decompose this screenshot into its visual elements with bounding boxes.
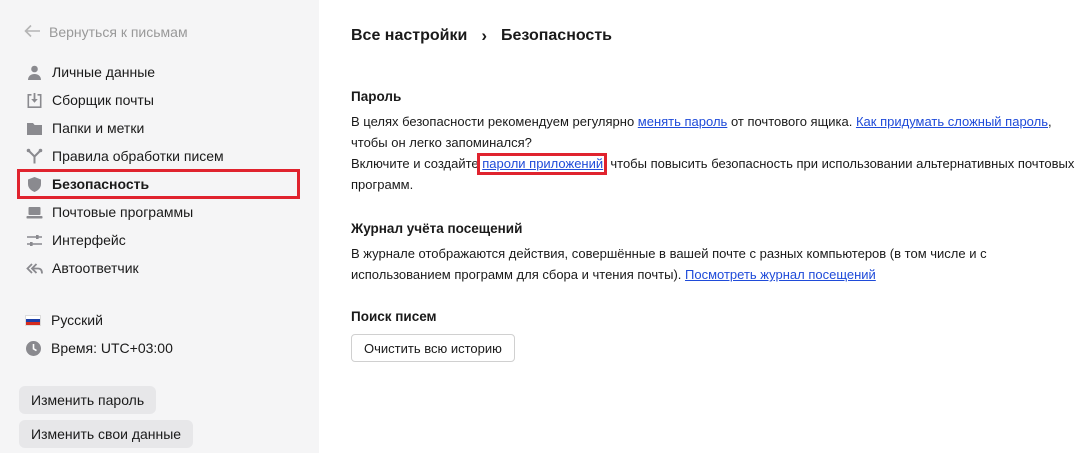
sidebar-item-autoreply[interactable]: Автоответчик	[19, 254, 301, 282]
password-section: Пароль В целях безопасности рекомендуем …	[351, 89, 1081, 195]
password-recommendation-text: В целях безопасности рекомендуем регуляр…	[351, 114, 1052, 150]
back-to-mail-link[interactable]: Вернуться к письмам	[24, 22, 188, 42]
mail-search-section: Поиск писем Очистить всю историю	[351, 309, 1081, 362]
language-label: Русский	[51, 312, 103, 328]
change-data-button[interactable]: Изменить свои данные	[19, 420, 194, 448]
visit-journal-section: Журнал учёта посещений В журнале отображ…	[351, 221, 1001, 285]
change-password-button[interactable]: Изменить пароль	[19, 386, 157, 414]
section-title: Пароль	[351, 89, 402, 104]
strong-password-tips-link[interactable]: Как придумать сложный пароль	[856, 114, 1048, 129]
sidebar-item-mail-collector[interactable]: Сборщик почты	[19, 86, 301, 114]
sidebar-item-personal-data[interactable]: Личные данные	[19, 58, 301, 86]
arrow-left-icon	[24, 24, 41, 41]
russia-flag-icon	[25, 314, 43, 326]
shield-icon	[25, 175, 43, 193]
security-settings-main: Все настройки › Безопасность Пароль В це…	[319, 0, 1087, 453]
sidebar-item-label: Интерфейс	[52, 232, 126, 248]
section-title: Поиск писем	[351, 309, 437, 324]
app-passwords-link[interactable]: пароли приложений	[477, 153, 608, 175]
laptop-icon	[25, 203, 43, 221]
sidebar-item-security[interactable]: Безопасность	[17, 169, 301, 199]
breadcrumb-separator: ›	[481, 26, 487, 45]
back-to-mail-label: Вернуться к письмам	[49, 24, 188, 40]
sidebar-item-mail-programs[interactable]: Почтовые программы	[19, 198, 301, 226]
sidebar-item-folders[interactable]: Папки и метки	[19, 114, 301, 142]
breadcrumb-current: Безопасность	[501, 27, 612, 44]
settings-sidebar: Вернуться к письмам Личные данные Сборщи…	[0, 0, 319, 453]
sliders-icon	[25, 231, 43, 249]
sidebar-item-label: Личные данные	[52, 64, 156, 80]
folder-icon	[25, 119, 43, 137]
sidebar-item-label: Безопасность	[52, 176, 150, 192]
clock-icon	[25, 340, 43, 357]
sidebar-item-label: Папки и метки	[52, 120, 145, 136]
app-passwords-text: Включите и создайте пароли приложений, ч…	[351, 153, 1081, 195]
inbox-download-icon	[25, 91, 43, 109]
sidebar-item-label: Правила обработки писем	[52, 148, 224, 164]
locale-settings: Русский Время: UTC+03:00	[25, 306, 173, 362]
reply-all-icon	[25, 259, 43, 277]
view-journal-link[interactable]: Посмотреть журнал посещений	[685, 267, 876, 282]
language-selector[interactable]: Русский	[25, 306, 173, 334]
section-title: Журнал учёта посещений	[351, 221, 523, 236]
settings-nav: Личные данные Сборщик почты Папки и метк…	[17, 58, 301, 282]
journal-description: В журнале отображаются действия, совершё…	[351, 246, 987, 282]
sidebar-item-interface[interactable]: Интерфейс	[19, 226, 301, 254]
breadcrumb-all-settings[interactable]: Все настройки	[351, 27, 467, 45]
change-password-link[interactable]: менять пароль	[638, 114, 728, 129]
sidebar-item-label: Автоответчик	[52, 260, 139, 276]
sidebar-item-label: Сборщик почты	[52, 92, 154, 108]
settings-page: Вернуться к письмам Личные данные Сборщи…	[0, 0, 1087, 453]
person-icon	[25, 63, 43, 81]
clear-history-button[interactable]: Очистить всю историю	[351, 334, 515, 362]
breadcrumb: Все настройки › Безопасность	[351, 26, 612, 46]
sidebar-item-label: Почтовые программы	[52, 204, 194, 220]
rules-fork-icon	[25, 147, 43, 165]
sidebar-item-rules[interactable]: Правила обработки писем	[19, 142, 301, 170]
timezone-selector[interactable]: Время: UTC+03:00	[25, 334, 173, 362]
timezone-label: Время: UTC+03:00	[51, 340, 173, 356]
